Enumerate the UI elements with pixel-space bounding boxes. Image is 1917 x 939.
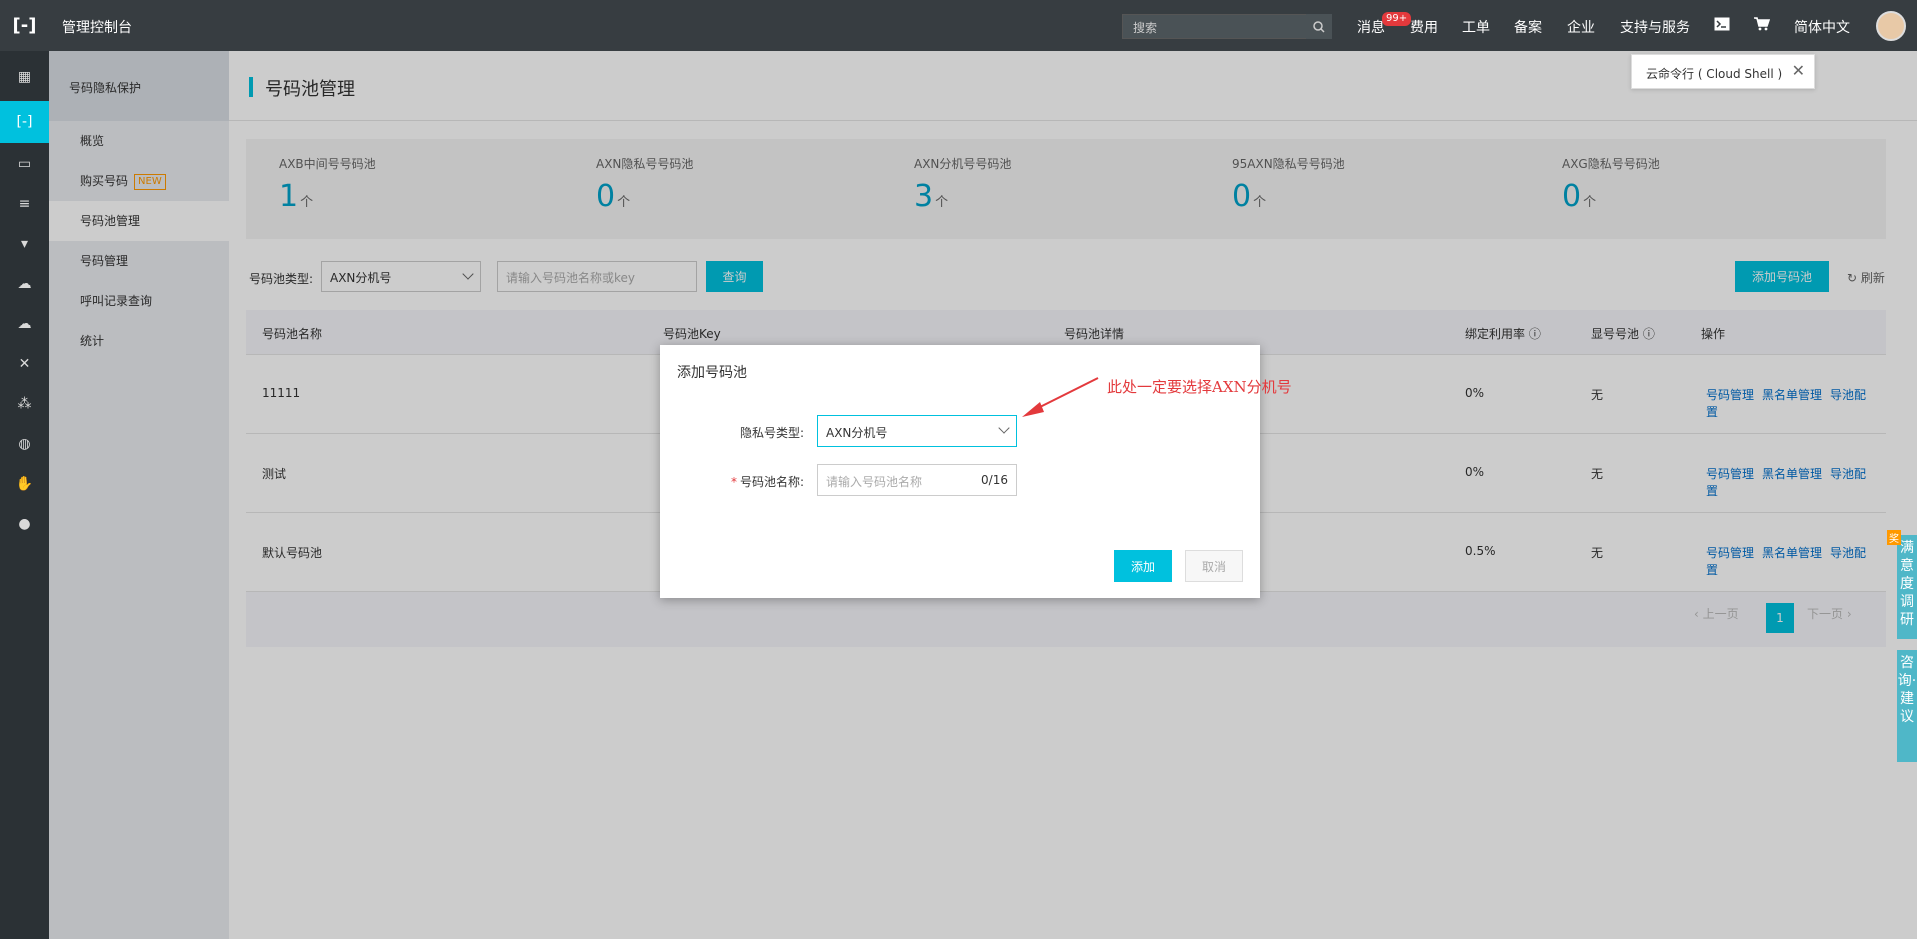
console-title[interactable]: 管理控制台 [62,17,132,37]
cup-icon[interactable]: ▾ [0,228,49,260]
nav-filing[interactable]: 备案 [1514,17,1542,37]
nav-enterprise[interactable]: 企业 [1567,17,1595,37]
grid-icon[interactable]: ▦ [0,61,49,93]
globe-icon[interactable]: ◍ [0,428,49,460]
privacy-type-label: 隐私号类型: [739,426,804,440]
pool-name-label: * 号码池名称: [730,475,804,489]
cart-icon[interactable] [1754,17,1771,35]
nodes-icon[interactable]: ⁂ [0,388,49,420]
aliyun-logo-icon[interactable]: [-] [0,0,49,51]
annotation-text: 此处一定要选择AXN分机号 [1107,378,1292,396]
search-input[interactable]: 搜索 [1122,14,1332,39]
nav-tickets[interactable]: 工单 [1462,17,1490,37]
cloud-upload-icon[interactable]: ☁ [0,308,49,340]
cancel-button[interactable]: 取消 [1185,550,1243,582]
nav-fees[interactable]: 费用 [1410,17,1438,37]
cloud-icon[interactable]: ☁ [0,268,49,300]
hand-icon[interactable]: ✋ [0,468,49,500]
messages-badge: 99+ [1382,12,1412,26]
cloud-shell-tooltip: 云命令行 ( Cloud Shell ) ✕ [1631,54,1815,89]
add-button[interactable]: 添加 [1114,550,1172,582]
survey-tab[interactable]: 满意度调研 [1897,535,1917,639]
privacy-number-icon[interactable]: [-] [0,101,49,143]
pool-name-input[interactable]: 请输入号码池名称 0/16 [817,464,1017,496]
search-icon[interactable] [1306,14,1332,39]
survey-badge: 奖 [1887,530,1901,545]
close-icon[interactable]: ✕ [1792,61,1805,80]
char-count: 0/16 [981,473,1008,487]
annotation-arrow [1022,377,1099,417]
nav-support[interactable]: 支持与服务 [1620,17,1690,37]
required-mark: * [730,475,737,489]
consult-tab[interactable]: 咨询·建议 [1897,650,1917,762]
nav-language[interactable]: 简体中文 [1794,17,1850,37]
avatar[interactable] [1876,11,1906,41]
cloud-shell-icon[interactable] [1714,17,1730,35]
nav-messages[interactable]: 消息 [1357,17,1385,37]
chat-icon[interactable]: ▭ [0,148,49,180]
dialog-title: 添加号码池 [677,365,747,381]
circle-icon[interactable]: ● [0,508,49,540]
chevron-down-icon [998,422,1010,434]
top-bar: [-] 管理控制台 搜索 消息 99+ 费用 工单 备案 企业 支持与服务 简体… [0,0,1917,51]
network-icon[interactable]: ✕ [0,348,49,380]
icon-rail: ▦ [-] ▭ ≡ ▾ ☁ ☁ ✕ ⁂ ◍ ✋ ● [0,51,49,939]
privacy-type-select[interactable]: AXN分机号 [817,415,1017,447]
database-icon[interactable]: ≡ [0,188,49,220]
